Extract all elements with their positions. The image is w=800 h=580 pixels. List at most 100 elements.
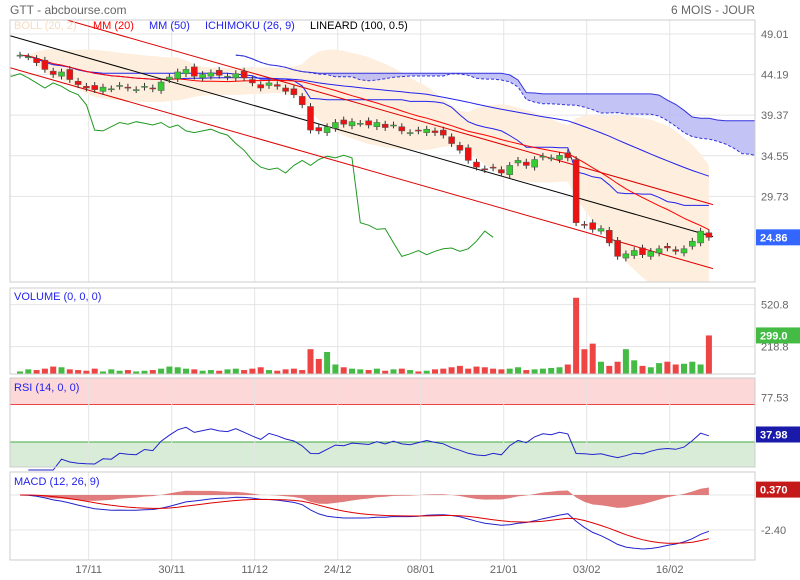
candle-body xyxy=(581,224,588,226)
candle-body xyxy=(564,152,572,159)
macd-legend: MACD (12, 26, 9) xyxy=(14,476,100,488)
volume-bar xyxy=(390,369,397,374)
candle-body xyxy=(448,136,455,144)
candle-body xyxy=(124,86,132,89)
volume-bar xyxy=(598,361,604,374)
candle-body xyxy=(224,75,231,78)
candle-body xyxy=(257,84,264,89)
volume-bar xyxy=(33,370,40,374)
candle-body xyxy=(99,86,107,92)
period-selector[interactable]: 6 MOIS - JOUR xyxy=(671,3,755,17)
candle-body xyxy=(240,70,248,79)
candle-body xyxy=(49,70,57,75)
candle-body xyxy=(365,120,372,126)
volume-bar xyxy=(324,351,331,374)
price-tick-label: 34.55 xyxy=(761,151,789,163)
candle-body xyxy=(25,56,32,59)
volume-bar xyxy=(166,366,173,374)
candle-body xyxy=(431,130,439,133)
price-tick-label: 49.01 xyxy=(761,29,789,41)
x-tick-label: 17/11 xyxy=(75,564,102,576)
legend-ichimoku: ICHIMOKU (26, 9) xyxy=(205,20,295,32)
volume-bar xyxy=(639,365,646,374)
candle-body xyxy=(655,248,663,254)
volume-bar xyxy=(631,360,638,374)
candle-body xyxy=(232,73,240,79)
candle-body xyxy=(689,240,696,247)
volume-bar xyxy=(398,368,405,374)
volume-bar xyxy=(66,369,73,374)
volume-bar xyxy=(589,343,596,374)
candle-body xyxy=(622,253,630,259)
volume-bar xyxy=(249,368,256,374)
volume-bar xyxy=(191,369,198,374)
price-tick-label: 29.73 xyxy=(761,191,789,203)
chart-title: GTT - abcbourse.com xyxy=(10,3,126,17)
volume-bar xyxy=(481,367,488,374)
candle-body xyxy=(282,87,289,92)
candle-body xyxy=(91,85,98,90)
volume-bar xyxy=(548,367,555,374)
candle-body xyxy=(481,168,489,171)
volume-bar xyxy=(465,368,472,374)
candle-body xyxy=(390,124,397,127)
candle-body xyxy=(166,76,173,80)
candle-body xyxy=(597,228,605,232)
x-tick-label: 08/01 xyxy=(407,564,435,576)
volume-bar xyxy=(373,368,380,374)
candle-body xyxy=(489,166,497,169)
rsi-overbought-zone xyxy=(10,378,755,405)
volume-bar xyxy=(456,365,463,374)
volume-bar xyxy=(506,368,513,374)
candle-body xyxy=(16,54,24,57)
x-tick-label: 21/01 xyxy=(490,564,518,576)
volume-bar xyxy=(681,363,687,374)
volume-bar xyxy=(224,369,231,374)
price-panel xyxy=(10,20,755,282)
candle-body xyxy=(531,159,538,168)
volume-bar xyxy=(75,370,82,374)
candle-body xyxy=(672,249,679,252)
candle-body xyxy=(547,157,555,160)
candle-body xyxy=(33,58,40,63)
candle-body xyxy=(630,250,638,256)
candle-body xyxy=(705,232,713,238)
candle-body xyxy=(116,85,123,87)
candle-body xyxy=(215,70,223,76)
volume-bar xyxy=(498,369,505,374)
volume-bar xyxy=(705,335,712,374)
volume-tick-label: 520.8 xyxy=(761,300,789,312)
candle-body xyxy=(539,155,547,158)
volume-bar xyxy=(41,368,48,374)
candle-body xyxy=(298,96,306,106)
candle-body xyxy=(523,161,530,166)
volume-bar xyxy=(656,363,663,374)
volume-bar xyxy=(257,367,264,374)
candle-body xyxy=(639,247,646,255)
candle-body xyxy=(199,74,206,79)
volume-bar xyxy=(299,370,306,374)
x-tick-label: 03/02 xyxy=(573,564,601,576)
candle-body xyxy=(108,88,115,91)
volume-bar xyxy=(241,370,248,374)
candle-body xyxy=(141,86,148,88)
candle-body xyxy=(680,248,688,254)
volume-bar xyxy=(432,369,438,374)
x-tick-label: 30/11 xyxy=(158,564,185,576)
x-tick-label: 11/12 xyxy=(241,564,268,576)
volume-bar xyxy=(531,369,538,374)
candle-body xyxy=(440,129,447,136)
volume-bar xyxy=(407,370,414,374)
candle-body xyxy=(249,79,256,84)
volume-bar xyxy=(207,370,214,374)
candle-body xyxy=(572,159,580,223)
candle-body xyxy=(315,127,323,132)
volume-bar xyxy=(149,370,156,374)
volume-bar xyxy=(539,368,546,374)
candle-body xyxy=(381,123,389,128)
chart-canvas: GTT - abcbourse.com 6 MOIS - JOUR 17/11 3… xyxy=(9,3,800,576)
volume-bar xyxy=(266,370,272,374)
candle-body xyxy=(274,84,281,87)
candle-body xyxy=(415,129,422,132)
macd-histogram xyxy=(20,487,709,508)
